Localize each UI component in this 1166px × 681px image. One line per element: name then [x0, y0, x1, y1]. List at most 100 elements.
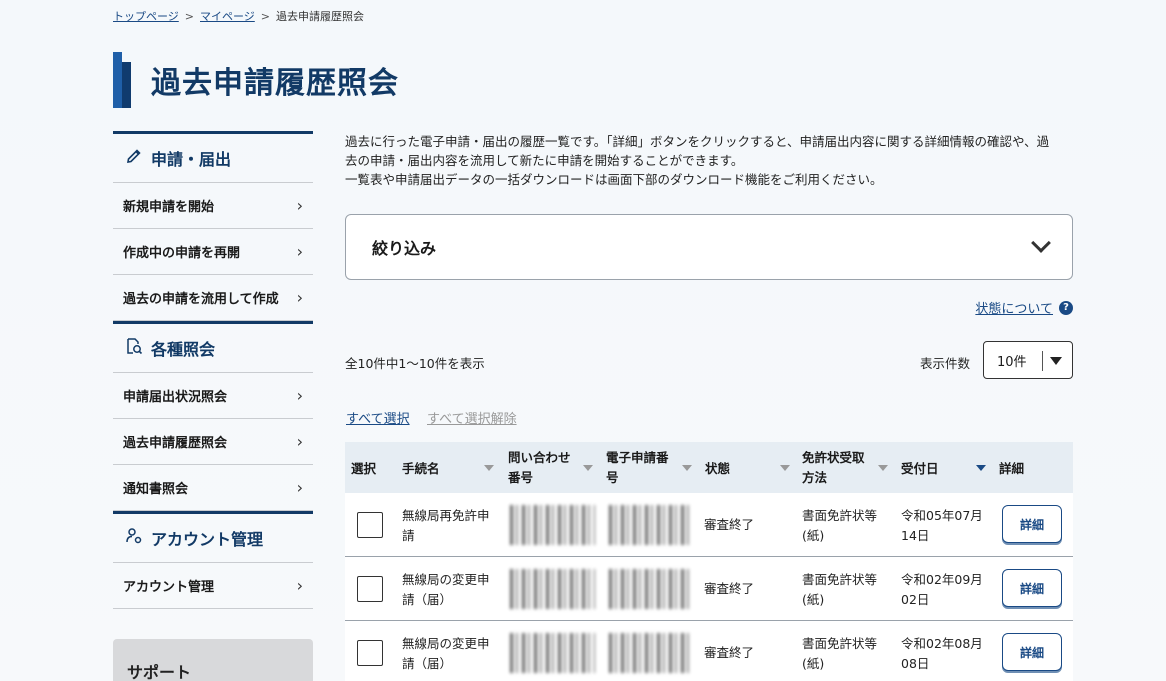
intro-line: 一覧表や申請届出データの一括ダウンロードは画面下部のダウンロード機能をご利用くだ… — [345, 172, 883, 187]
select-all-link[interactable]: すべて選択 — [346, 408, 410, 427]
col-application-number[interactable]: 電子申請番号 — [606, 442, 669, 493]
chevron-right-icon: › — [296, 196, 303, 215]
status-text: 審査終了 — [704, 517, 755, 532]
breadcrumb: トップページ > マイページ > 過去申請履歴照会 — [113, 8, 364, 24]
sidebar-section-title: アカウント管理 — [151, 530, 264, 549]
help-icon: ? — [1059, 300, 1073, 315]
sidebar: 申請・届出 新規申請を開始 › 作成中の申請を再開 › 過去の申請を流用して作成… — [113, 131, 313, 609]
col-procedure[interactable]: 手続名 — [402, 442, 440, 493]
title-accent-bar — [113, 52, 133, 108]
sidebar-item-new-application[interactable]: 新規申請を開始 › — [113, 183, 313, 229]
sort-icon[interactable] — [780, 465, 790, 471]
col-status[interactable]: 状態 — [705, 442, 730, 493]
procedure-name: 無線局の変更申 請（届） — [402, 636, 490, 671]
sidebar-item-label: 過去の申請を流用して作成 — [123, 292, 279, 307]
sidebar-section-inquiry: 各種照会 — [113, 321, 313, 373]
sidebar-item-label: 作成中の申請を再開 — [123, 246, 241, 261]
breadcrumb-separator: > — [260, 9, 270, 23]
breadcrumb-separator: > — [184, 9, 194, 23]
procedure-name: 無線局の変更申 請（届） — [402, 572, 490, 607]
receipt-method: 書面免許状等 (紙) — [802, 572, 878, 607]
header-label: 問い合わせ — [508, 449, 571, 465]
redacted-application-number — [609, 569, 691, 609]
breadcrumb-top-link[interactable]: トップページ — [113, 8, 179, 24]
header-label: 手続名 — [402, 461, 440, 476]
chevron-right-icon: › — [296, 288, 303, 307]
procedure-name: 無線局再免許申請 — [402, 508, 490, 543]
sidebar-item-history-inquiry[interactable]: 過去申請履歴照会 › — [113, 419, 313, 465]
row-checkbox[interactable] — [357, 640, 383, 666]
table-row: 無線局再免許申請 審査終了 書面免許状等 (紙) 令和05年07月 14日 詳細 — [345, 493, 1073, 557]
sort-icon[interactable] — [682, 465, 692, 471]
header-label: 方法 — [802, 469, 828, 485]
sidebar-item-notice-inquiry[interactable]: 通知書照会 › — [113, 465, 313, 511]
col-inquiry-number[interactable]: 問い合わせ 番号 — [508, 442, 571, 493]
sort-active-icon[interactable] — [976, 465, 986, 471]
sidebar-section-title: 申請・届出 — [151, 150, 232, 169]
sidebar-section-account: アカウント管理 — [113, 511, 313, 563]
chevron-right-icon: › — [296, 576, 303, 595]
sidebar-item-status-inquiry[interactable]: 申請届出状況照会 › — [113, 373, 313, 419]
user-gear-icon — [125, 527, 143, 549]
page-title: 過去申請履歴照会 — [151, 66, 399, 101]
breadcrumb-mypage-link[interactable]: マイページ — [200, 8, 255, 24]
received-date: 令和02年08月 08日 — [901, 636, 983, 671]
table-row: 無線局の変更申 請（届） 審査終了 書面免許状等 (紙) 令和02年08月 08日 詳… — [345, 621, 1073, 681]
deselect-all-link: すべて選択解除 — [427, 412, 517, 427]
intro-text: 過去に行った電子申請・届出の履歴一覧です。「詳細」ボタンをクリックすると、申請届… — [345, 132, 1075, 189]
filter-title: 絞り込み — [372, 239, 437, 258]
row-checkbox[interactable] — [357, 576, 383, 602]
sidebar-item-resume-draft[interactable]: 作成中の申請を再開 › — [113, 229, 313, 275]
sort-icon[interactable] — [878, 465, 888, 471]
row-checkbox[interactable] — [357, 512, 383, 538]
sort-icon[interactable] — [583, 465, 593, 471]
status-help-label: 状態について — [975, 302, 1053, 317]
redacted-inquiry-number — [510, 633, 595, 673]
per-page-select[interactable]: 10件 — [983, 341, 1073, 379]
chevron-right-icon: › — [296, 242, 303, 261]
breadcrumb-current: 過去申請履歴照会 — [276, 10, 364, 23]
redacted-application-number — [609, 633, 691, 673]
header-label: 状態 — [705, 461, 731, 476]
result-count: 全10件中1～10件を表示 — [345, 356, 485, 371]
sidebar-item-label: 過去申請履歴照会 — [123, 436, 228, 451]
sidebar-item-label: 新規申請を開始 — [123, 200, 215, 215]
header-label: 電子申請番 — [606, 449, 669, 465]
status-help-link[interactable]: 状態について ? — [975, 298, 1073, 317]
sidebar-item-account-management[interactable]: アカウント管理 › — [113, 563, 313, 609]
received-date: 令和05年07月 14日 — [901, 508, 983, 543]
col-received-date[interactable]: 受付日 — [901, 442, 939, 493]
receipt-method: 書面免許状等 (紙) — [802, 636, 878, 671]
col-receipt-method[interactable]: 免許状受取 方法 — [802, 442, 865, 493]
sidebar-item-label: 申請届出状況照会 — [123, 390, 228, 405]
status-text: 審査終了 — [704, 645, 755, 660]
status-text: 審査終了 — [704, 581, 755, 596]
support-title: サポート — [127, 663, 192, 681]
redacted-inquiry-number — [510, 569, 595, 609]
header-label: 詳細 — [999, 461, 1025, 476]
filter-accordion[interactable]: 絞り込み — [345, 214, 1073, 280]
detail-button[interactable]: 詳細 — [1002, 569, 1062, 607]
sidebar-item-reuse-past[interactable]: 過去の申請を流用して作成 › — [113, 275, 313, 321]
sidebar-section-title: 各種照会 — [151, 340, 216, 359]
redacted-inquiry-number — [510, 505, 595, 545]
header-label: 号 — [606, 469, 619, 485]
chevron-right-icon: › — [296, 478, 303, 497]
chevron-right-icon: › — [296, 386, 303, 405]
support-box: サポート — [113, 639, 313, 681]
table-row: 無線局の変更申 請（届） 審査終了 書面免許状等 (紙) 令和02年09月 02日 詳… — [345, 557, 1073, 621]
page-title-block: 過去申請履歴照会 — [113, 52, 399, 108]
col-detail: 詳細 — [999, 442, 1024, 493]
redacted-application-number — [609, 505, 691, 545]
detail-button[interactable]: 詳細 — [1002, 633, 1062, 671]
sort-icon[interactable] — [484, 465, 494, 471]
pencil-icon — [125, 147, 143, 169]
col-select: 選択 — [351, 442, 376, 493]
intro-line: 過去に行った電子申請・届出の履歴一覧です。「詳細」ボタンをクリックすると、申請届… — [345, 134, 1050, 149]
header-label: 選択 — [351, 461, 377, 476]
sidebar-section-application: 申請・届出 — [113, 131, 313, 183]
per-page-label: 表示件数 — [920, 356, 971, 371]
per-page-value: 10件 — [997, 354, 1027, 370]
detail-button[interactable]: 詳細 — [1002, 505, 1062, 543]
chevron-right-icon: › — [296, 432, 303, 451]
